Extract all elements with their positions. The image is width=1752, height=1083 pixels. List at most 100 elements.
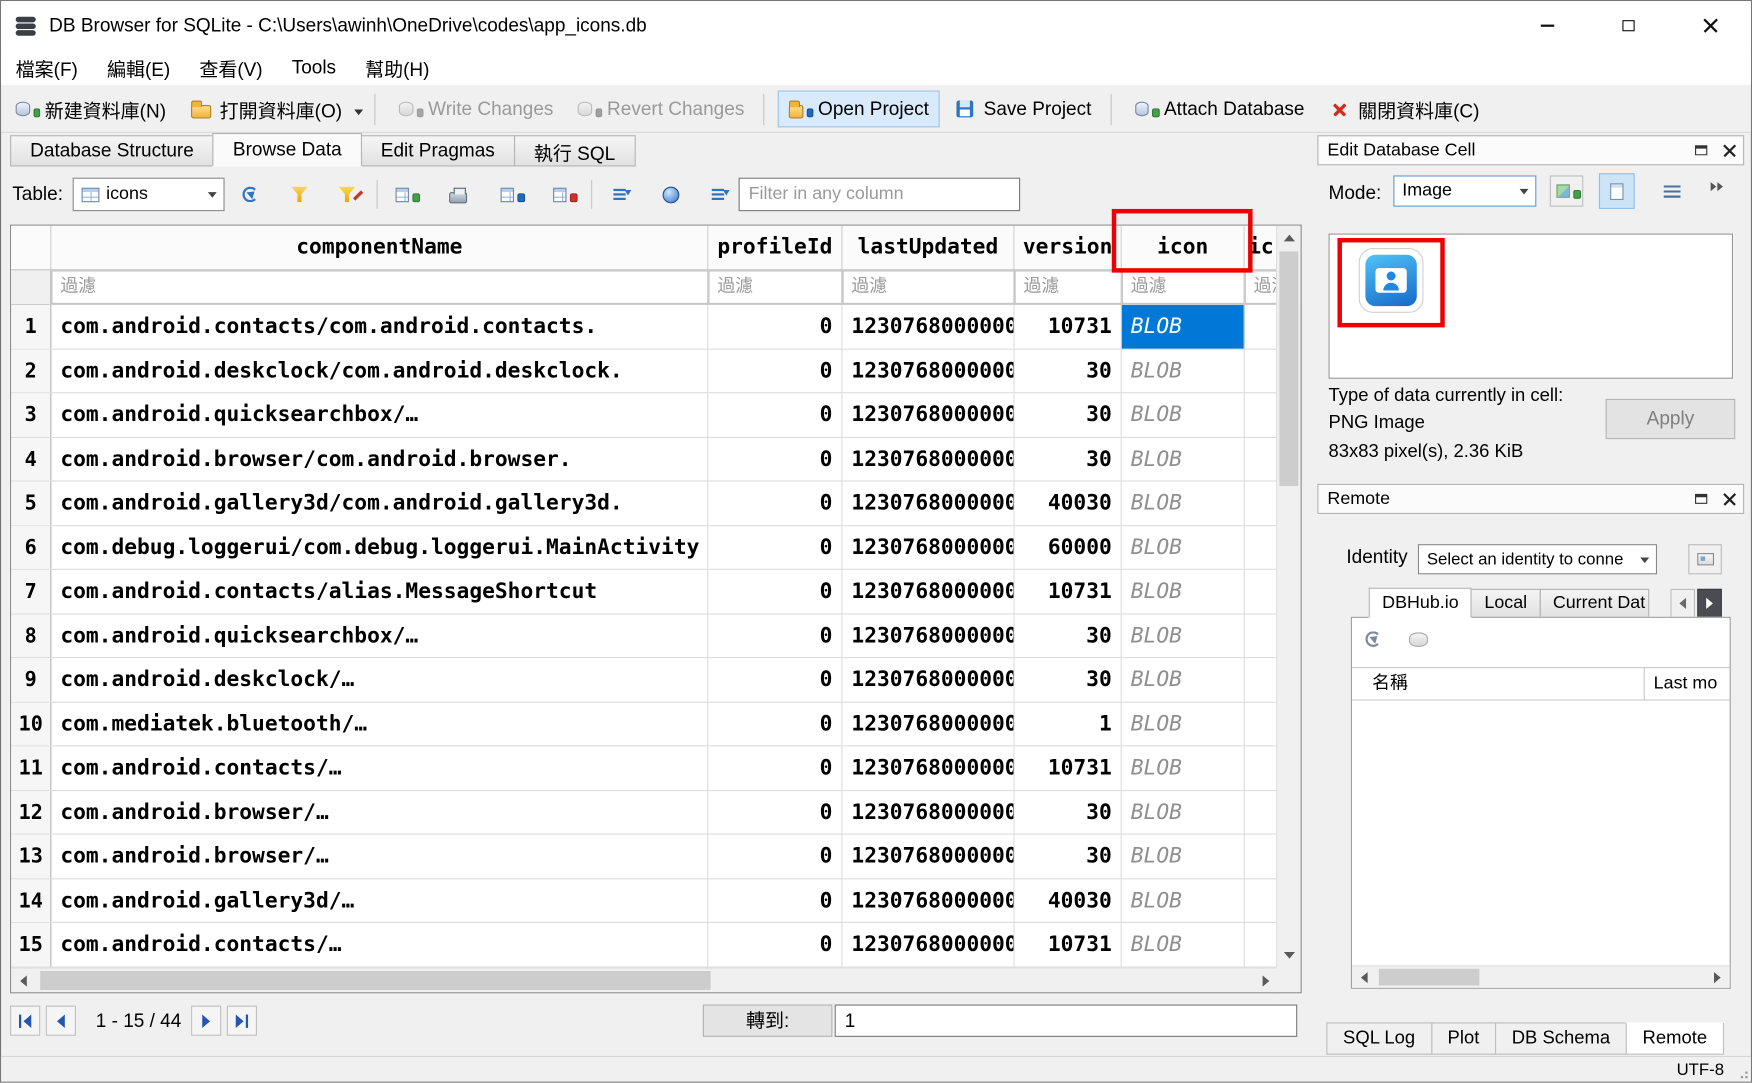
scroll-down-button[interactable] — [1277, 945, 1300, 967]
tab-current-database[interactable]: Current Dat — [1539, 589, 1649, 618]
filter-cell[interactable]: 過濾 — [1122, 270, 1245, 304]
cell-componentName[interactable]: com.android.contacts/… — [51, 923, 708, 966]
delete-record-button[interactable] — [544, 177, 582, 213]
cell-componentName[interactable]: com.android.contacts/… — [51, 746, 708, 789]
cell-version[interactable]: 30 — [1015, 835, 1122, 878]
print-button[interactable] — [439, 177, 477, 213]
cell-profileId[interactable]: 0 — [708, 835, 842, 878]
close-database-button[interactable]: 關閉資料庫(C) — [1319, 91, 1490, 128]
last-page-button[interactable] — [227, 1006, 257, 1036]
row-number[interactable]: 10 — [11, 702, 51, 745]
column-header-version[interactable]: version — [1015, 226, 1122, 270]
cell-profileId[interactable]: 0 — [708, 393, 842, 436]
identity-import-button[interactable] — [1688, 544, 1722, 574]
tab-db-schema[interactable]: DB Schema — [1495, 1022, 1627, 1054]
cell-lastUpdated[interactable]: 1230768000000 — [842, 614, 1014, 657]
cell-componentName[interactable]: com.android.contacts/com.android.contact… — [51, 305, 708, 348]
cell-icon[interactable]: BLOB — [1122, 393, 1245, 436]
cell-icon[interactable]: BLOB — [1122, 482, 1245, 525]
cell-lastUpdated[interactable]: 1230768000000 — [842, 923, 1014, 966]
export-image-button[interactable] — [1550, 175, 1584, 206]
cell-lastUpdated[interactable]: 1230768000000 — [842, 482, 1014, 525]
cell-icon[interactable]: BLOB — [1122, 658, 1245, 701]
column-header-componentName[interactable]: componentName — [51, 226, 708, 270]
tab-sql-log[interactable]: SQL Log — [1326, 1022, 1432, 1054]
encoding-button[interactable] — [651, 177, 689, 213]
tab-plot[interactable]: Plot — [1431, 1022, 1496, 1054]
first-page-button[interactable] — [10, 1006, 40, 1036]
row-number[interactable]: 15 — [11, 923, 51, 966]
cell-icon[interactable]: BLOB — [1122, 349, 1245, 392]
cell-version[interactable]: 40030 — [1015, 879, 1122, 922]
tab-local[interactable]: Local — [1471, 589, 1541, 618]
row-number[interactable]: 3 — [11, 393, 51, 436]
menu-help[interactable]: 幫助(H) — [351, 50, 444, 85]
cell-profileId[interactable]: 0 — [708, 746, 842, 789]
vertical-scrollbar[interactable] — [1276, 226, 1301, 968]
revert-changes-button[interactable]: Revert Changes — [568, 91, 754, 128]
cell-version[interactable]: 40030 — [1015, 482, 1122, 525]
cell-lastUpdated[interactable]: 1230768000000 — [842, 393, 1014, 436]
cell-version[interactable]: 30 — [1015, 791, 1122, 834]
close-panel-icon[interactable] — [1723, 144, 1736, 157]
sort-descending-button[interactable] — [701, 177, 739, 213]
cell-componentName[interactable]: com.mediatek.bluetooth/… — [51, 702, 708, 745]
cell-profileId[interactable]: 0 — [708, 349, 842, 392]
new-database-button[interactable]: 新建資料庫(N) — [6, 91, 177, 128]
cell-profileId[interactable]: 0 — [708, 791, 842, 834]
word-wrap-button[interactable] — [1653, 175, 1691, 206]
more-tools-chevron[interactable] — [1711, 182, 1724, 191]
refresh-button[interactable] — [231, 177, 269, 213]
name-column-header[interactable]: 名稱 — [1352, 668, 1645, 699]
cell-componentName[interactable]: com.android.browser/… — [51, 791, 708, 834]
cell-profileId[interactable]: 0 — [708, 658, 842, 701]
cell-componentName[interactable]: com.android.deskclock/… — [51, 658, 708, 701]
remote-refresh-button[interactable] — [1361, 627, 1386, 652]
cell-profileId[interactable]: 0 — [708, 526, 842, 569]
cell-version[interactable]: 30 — [1015, 393, 1122, 436]
float-panel-icon[interactable] — [1695, 494, 1707, 504]
cell-profileId[interactable]: 0 — [708, 437, 842, 480]
menu-file[interactable]: 檔案(F) — [1, 50, 92, 85]
row-number[interactable]: 12 — [11, 791, 51, 834]
cell-profileId[interactable]: 0 — [708, 305, 842, 348]
filter-cell[interactable]: 過濾 — [1015, 270, 1122, 304]
scroll-left-button[interactable] — [11, 969, 36, 992]
insert-record-button[interactable] — [388, 177, 426, 213]
save-project-button[interactable]: Save Project — [945, 91, 1102, 128]
row-number[interactable]: 8 — [11, 614, 51, 657]
tab-database-structure[interactable]: Database Structure — [10, 135, 214, 166]
cell-icon[interactable]: BLOB — [1122, 746, 1245, 789]
cell-lastUpdated[interactable]: 1230768000000 — [842, 702, 1014, 745]
remote-clone-button[interactable] — [1406, 627, 1431, 652]
cell-icon[interactable]: BLOB — [1122, 791, 1245, 834]
cell-profileId[interactable]: 0 — [708, 702, 842, 745]
cell-lastUpdated[interactable]: 1230768000000 — [842, 746, 1014, 789]
attach-database-button[interactable]: Attach Database — [1125, 91, 1315, 128]
mode-select[interactable]: Image — [1393, 175, 1536, 206]
horizontal-scroll-thumb[interactable] — [40, 971, 710, 990]
cell-lastUpdated[interactable]: 1230768000000 — [842, 879, 1014, 922]
cell-version[interactable]: 10731 — [1015, 923, 1122, 966]
column-header-profileId[interactable]: profileId — [708, 226, 842, 270]
previous-page-button[interactable] — [46, 1006, 76, 1036]
column-header-lastUpdated[interactable]: lastUpdated — [842, 226, 1014, 270]
filter-cell[interactable]: 過濾 — [1245, 270, 1279, 304]
vertical-scroll-thumb[interactable] — [1279, 251, 1298, 486]
cell-lastUpdated[interactable]: 1230768000000 — [842, 526, 1014, 569]
remote-scroll-thumb[interactable] — [1379, 969, 1480, 986]
menu-edit[interactable]: 編輯(E) — [92, 50, 184, 85]
row-number[interactable]: 13 — [11, 835, 51, 878]
write-changes-button[interactable]: Write Changes — [389, 91, 563, 128]
open-project-button[interactable]: Open Project — [778, 91, 940, 128]
goto-button[interactable]: 轉到: — [703, 1004, 833, 1036]
table-select[interactable]: icons — [73, 178, 225, 212]
minimize-button[interactable] — [1506, 1, 1588, 50]
row-number[interactable]: 5 — [11, 482, 51, 525]
row-number[interactable]: 4 — [11, 437, 51, 480]
remote-horizontal-scrollbar[interactable] — [1352, 965, 1730, 987]
cell-icon[interactable]: BLOB — [1122, 702, 1245, 745]
cell-icon[interactable]: BLOB — [1122, 879, 1245, 922]
row-number[interactable]: 7 — [11, 570, 51, 613]
cell-lastUpdated[interactable]: 1230768000000 — [842, 570, 1014, 613]
